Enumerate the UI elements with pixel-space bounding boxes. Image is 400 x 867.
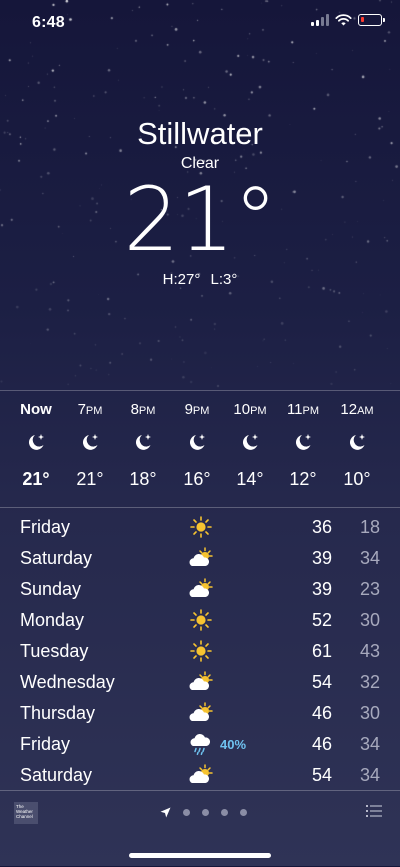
- partly-cloudy-icon: [188, 701, 214, 725]
- partly-cloudy-icon: [188, 546, 214, 570]
- day-low: 34: [359, 548, 380, 568]
- hourly-item: 11PM 12°: [277, 401, 329, 490]
- hour-label: 11PM: [286, 401, 320, 418]
- sun-icon: [188, 515, 214, 539]
- hourly-item: 8PM 18°: [117, 401, 169, 490]
- cloud-rain-icon: [188, 732, 214, 756]
- partly-cloudy-icon: [188, 670, 214, 694]
- hour-label: 12AM: [340, 401, 374, 418]
- moon-stars-icon: [10, 421, 62, 463]
- hour-temperature: 14°: [236, 469, 264, 489]
- day-name: Thursday: [20, 703, 96, 723]
- hour-temperature: 10°: [343, 469, 371, 489]
- day-low: 30: [359, 610, 380, 630]
- day-high: 54: [311, 672, 332, 692]
- page-dot[interactable]: [221, 809, 228, 816]
- current-temperature: 21°: [123, 168, 278, 271]
- hourly-item: Now 21°: [10, 401, 62, 490]
- hourly-item: 12AM 10°: [331, 401, 383, 490]
- daily-row: Thursday 46 30: [0, 698, 400, 729]
- day-low: 43: [359, 641, 380, 661]
- hour-label: 8PM: [130, 401, 156, 418]
- home-indicator[interactable]: [129, 853, 271, 858]
- status-icons: [311, 14, 385, 26]
- status-bar: 6:48: [0, 0, 400, 44]
- location-arrow-icon[interactable]: [160, 807, 171, 818]
- hourly-item: 7PM 21°: [64, 401, 116, 490]
- day-name: Friday: [20, 734, 71, 754]
- daily-row: Sunday 39 23: [0, 574, 400, 605]
- day-high: 46: [311, 703, 332, 723]
- moon-stars-icon: [331, 421, 383, 463]
- daily-row: Saturday 54 34: [0, 760, 400, 791]
- day-low: 34: [359, 765, 380, 785]
- day-high: 52: [311, 610, 332, 630]
- day-name: Sunday: [20, 579, 82, 599]
- day-name: Saturday: [20, 548, 93, 568]
- hour-label: 7PM: [77, 401, 103, 418]
- daily-row: Saturday 39 34: [0, 543, 400, 574]
- daily-row: Friday 40% 46 34: [0, 729, 400, 760]
- hourly-forecast[interactable]: Now 21° 7PM 21° 8PM 18° 9PM 16° 10PM 14° 11PM 12° 12…: [0, 390, 400, 508]
- day-low: 34: [359, 734, 380, 754]
- day-high: 39: [311, 548, 332, 568]
- status-time: 6:48: [32, 14, 65, 31]
- moon-stars-icon: [171, 421, 223, 463]
- low-temperature: L:3°: [210, 271, 238, 288]
- hour-temperature: 18°: [129, 469, 157, 489]
- daily-row: Tuesday 61 43: [0, 636, 400, 667]
- day-name: Friday: [20, 517, 71, 537]
- page-dot[interactable]: [202, 809, 209, 816]
- page-indicator[interactable]: [160, 807, 247, 818]
- wifi-icon: [335, 14, 352, 26]
- battery-icon: [358, 14, 385, 26]
- moon-stars-icon: [117, 421, 169, 463]
- current-conditions: Stillwater Clear 21° H:27° L:3°: [0, 115, 400, 288]
- hour-temperature: 21°: [76, 469, 104, 489]
- weather-channel-logo[interactable]: The Weather Channel: [14, 802, 38, 824]
- daily-forecast: Friday 36 18 Saturday 39 34 Sunday 39 23 Monday 52…: [0, 512, 400, 791]
- hour-temperature: 16°: [183, 469, 211, 489]
- day-high: 46: [311, 734, 332, 754]
- day-low: 32: [359, 672, 380, 692]
- precip-chance: 40%: [220, 737, 247, 752]
- sun-icon: [188, 639, 214, 663]
- moon-stars-icon: [224, 421, 276, 463]
- moon-stars-icon: [64, 421, 116, 463]
- day-name: Saturday: [20, 765, 93, 785]
- high-temperature: H:27°: [162, 271, 201, 288]
- day-high: 54: [311, 765, 332, 785]
- cellular-signal-icon: [311, 14, 329, 26]
- day-name: Tuesday: [20, 641, 89, 661]
- sun-icon: [188, 608, 214, 632]
- day-low: 18: [359, 517, 380, 537]
- partly-cloudy-icon: [188, 763, 214, 787]
- daily-row: Friday 36 18: [0, 512, 400, 543]
- hour-label: 10PM: [233, 401, 267, 418]
- hour-label: 9PM: [184, 401, 210, 418]
- hour-temperature: 12°: [289, 469, 317, 489]
- day-name: Wednesday: [20, 672, 115, 692]
- page-dot[interactable]: [240, 809, 247, 816]
- daily-row: Wednesday 54 32: [0, 667, 400, 698]
- city-name: Stillwater: [137, 116, 263, 151]
- hourly-item: 9PM 16°: [171, 401, 223, 490]
- day-high: 36: [311, 517, 332, 537]
- list-icon[interactable]: [366, 805, 382, 817]
- high-low: H:27° L:3°: [0, 271, 400, 288]
- day-high: 61: [311, 641, 332, 661]
- daily-row: Monday 52 30: [0, 605, 400, 636]
- partly-cloudy-icon: [188, 577, 214, 601]
- moon-stars-icon: [277, 421, 329, 463]
- hourly-item: 10PM 14°: [224, 401, 276, 490]
- page-dot[interactable]: [183, 809, 190, 816]
- day-low: 30: [359, 703, 380, 723]
- day-name: Monday: [20, 610, 85, 630]
- day-low: 23: [359, 579, 380, 599]
- hour-temperature: 21°: [22, 469, 50, 489]
- hour-label: Now: [20, 401, 52, 418]
- day-high: 39: [311, 579, 332, 599]
